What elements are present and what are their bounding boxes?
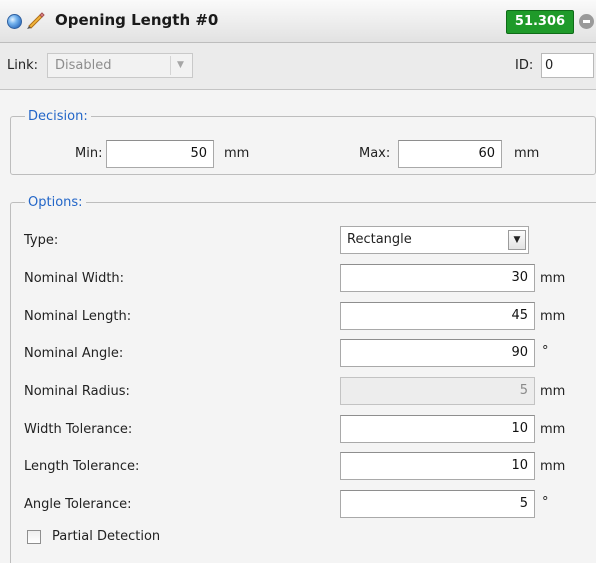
nominal-width-label: Nominal Width: bbox=[24, 271, 125, 286]
decision-group: Decision: bbox=[10, 109, 596, 175]
nominal-angle-label: Nominal Angle: bbox=[24, 346, 124, 361]
type-select-value: Rectangle bbox=[347, 232, 412, 247]
nominal-radius-input: 5 bbox=[340, 377, 535, 405]
type-select[interactable]: Rectangle ▼ bbox=[340, 226, 529, 254]
id-label: ID: bbox=[515, 58, 534, 73]
nominal-width-input[interactable]: 30 bbox=[340, 264, 535, 292]
width-tolerance-label: Width Tolerance: bbox=[24, 422, 133, 437]
length-tolerance-label: Length Tolerance: bbox=[24, 459, 140, 474]
nominal-length-label: Nominal Length: bbox=[24, 309, 132, 324]
tool-title: Opening Length #0 bbox=[55, 11, 219, 29]
tool-title-bar: Opening Length #0 51.306 bbox=[0, 0, 596, 43]
min-unit: mm bbox=[224, 146, 250, 161]
partial-detection-label[interactable]: Partial Detection bbox=[52, 529, 160, 544]
nominal-angle-input[interactable]: 90 bbox=[340, 339, 535, 367]
width-tolerance-unit: mm bbox=[540, 422, 566, 437]
nominal-angle-unit: ° bbox=[542, 344, 549, 359]
id-input[interactable]: 0 bbox=[541, 53, 594, 78]
angle-tolerance-input[interactable]: 5 bbox=[340, 490, 535, 518]
link-select-value: Disabled bbox=[55, 58, 112, 73]
min-label: Min: bbox=[75, 146, 103, 161]
partial-detection-checkbox[interactable] bbox=[27, 530, 41, 544]
collapse-icon[interactable] bbox=[579, 14, 594, 29]
decision-legend: Decision: bbox=[28, 109, 88, 124]
nominal-width-unit: mm bbox=[540, 271, 566, 286]
chevron-down-icon: ▼ bbox=[170, 56, 190, 75]
nominal-radius-unit: mm bbox=[540, 384, 566, 399]
angle-tolerance-unit: ° bbox=[542, 495, 549, 510]
link-label: Link: bbox=[7, 58, 39, 73]
link-bar: Link: Disabled ▼ ID: 0 bbox=[0, 43, 596, 90]
link-select[interactable]: Disabled ▼ bbox=[47, 53, 193, 78]
angle-tolerance-label: Angle Tolerance: bbox=[24, 497, 132, 512]
type-label: Type: bbox=[24, 233, 59, 248]
chevron-down-icon: ▼ bbox=[508, 230, 526, 250]
length-tolerance-unit: mm bbox=[540, 459, 566, 474]
min-input[interactable]: 50 bbox=[106, 140, 214, 168]
max-input[interactable]: 60 bbox=[398, 140, 502, 168]
length-tolerance-input[interactable]: 10 bbox=[340, 452, 535, 480]
nominal-radius-label: Nominal Radius: bbox=[24, 384, 130, 399]
result-value-badge: 51.306 bbox=[506, 10, 574, 34]
options-legend: Options: bbox=[28, 195, 83, 210]
status-indicator-icon bbox=[7, 14, 22, 29]
pencil-icon[interactable] bbox=[25, 10, 45, 30]
max-unit: mm bbox=[514, 146, 540, 161]
width-tolerance-input[interactable]: 10 bbox=[340, 415, 535, 443]
max-label: Max: bbox=[359, 146, 391, 161]
nominal-length-input[interactable]: 45 bbox=[340, 302, 535, 330]
nominal-length-unit: mm bbox=[540, 309, 566, 324]
